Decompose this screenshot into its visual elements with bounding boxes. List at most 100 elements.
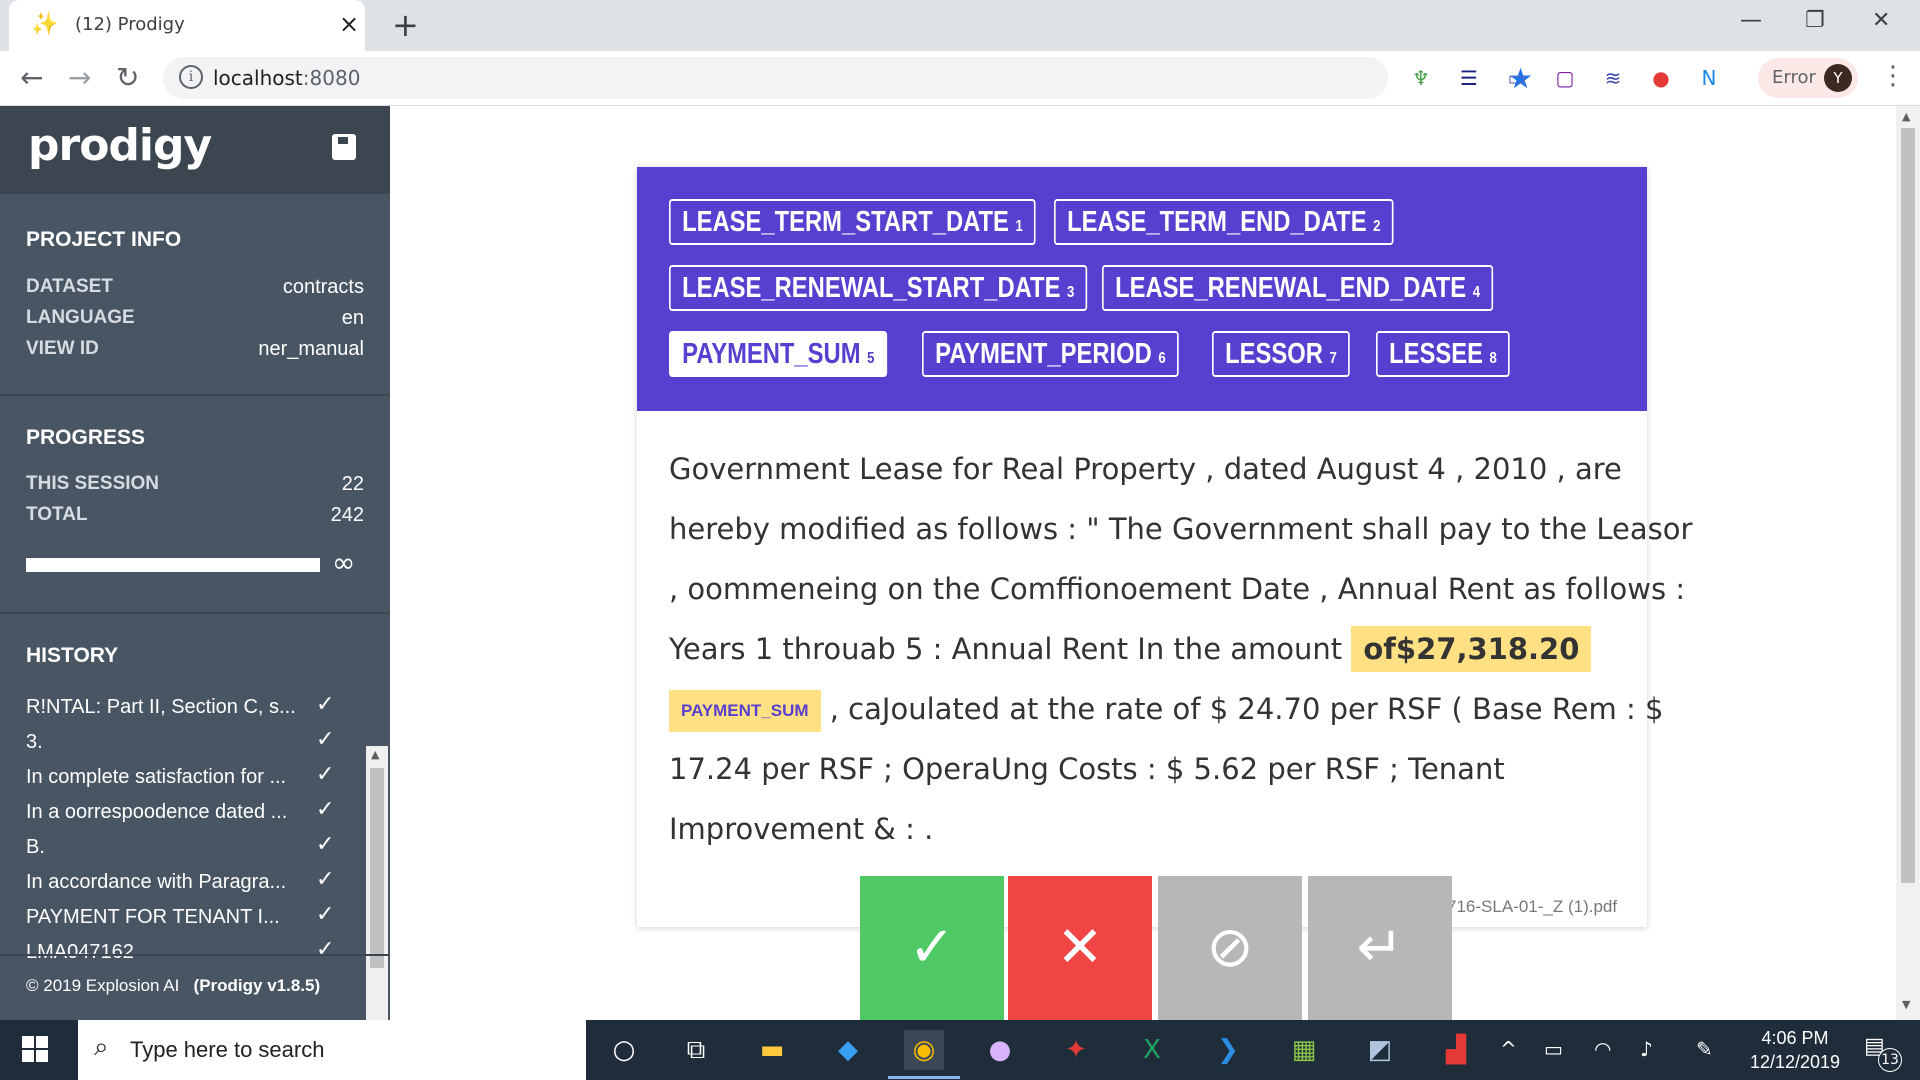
entity-span[interactable]: of$27,318.20 (1351, 626, 1592, 672)
forward-icon[interactable]: → (68, 61, 91, 94)
chrome-icon[interactable]: ◉ (904, 1030, 944, 1070)
reject-button[interactable]: ✕ (1008, 876, 1152, 1020)
label-payment-sum[interactable]: PAYMENT_SUM 5 (669, 331, 888, 377)
sidebar: prodigy PROJECT INFO DATASET contracts L… (0, 106, 390, 1056)
ignore-button[interactable]: ⊘ (1158, 876, 1302, 1020)
search-placeholder: Type here to search (130, 1037, 325, 1062)
extension-icon[interactable]: N (1696, 65, 1722, 91)
history-item[interactable]: In accordance with Paragra... ✓ (26, 867, 346, 902)
page-scrollbar[interactable]: ▲ ▼ (1896, 106, 1920, 1020)
label-lease-term-end-date[interactable]: LEASE_TERM_END_DATE 2 (1054, 199, 1394, 245)
back-icon[interactable]: ← (20, 61, 43, 94)
scroll-down-icon[interactable]: ▼ (1902, 998, 1910, 1011)
vscode-icon[interactable]: ◆ (828, 1030, 868, 1070)
undo-icon: ↵ (1356, 915, 1404, 980)
divider (0, 612, 390, 614)
taskbar: ⌕ Type here to search ○ ⧉ ▬ ◆ ◉ ● ✦ X ❯ … (0, 1020, 1920, 1080)
tray-chevron-icon[interactable]: ^ (1500, 1037, 1517, 1061)
cortana-icon[interactable]: ○ (604, 1030, 644, 1070)
sidebar-header: prodigy (0, 106, 390, 194)
excel-icon[interactable]: X (1132, 1030, 1172, 1070)
divider (0, 394, 390, 396)
check-icon: ✓ (316, 797, 335, 822)
wifi-icon[interactable]: ◠ (1594, 1037, 1611, 1061)
version-link[interactable]: (Prodigy v1.8.5) (194, 976, 321, 995)
browser-tab[interactable]: ✨ (12) Prodigy × (9, 0, 365, 51)
check-icon: ✓ (316, 832, 335, 857)
notes-icon[interactable]: ◩ (1360, 1030, 1400, 1070)
extension-icon[interactable]: ● (1648, 65, 1674, 91)
notification-count: 13 (1878, 1048, 1902, 1072)
close-tab-icon[interactable]: × (339, 10, 359, 38)
annotation-card: LEASE_TERM_START_DATE 1 LEASE_TERM_END_DA… (637, 167, 1692, 927)
scroll-thumb[interactable] (370, 768, 384, 968)
history-item[interactable]: In complete satisfaction for ... ✓ (26, 762, 346, 797)
label-payment-period[interactable]: PAYMENT_PERIOD 6 (922, 331, 1179, 377)
extension-icon[interactable]: ▭ (1504, 65, 1530, 91)
file-explorer-icon[interactable]: ▬ (752, 1030, 792, 1070)
scroll-thumb[interactable] (1901, 128, 1915, 883)
history-item[interactable]: PAYMENT FOR TENANT I... ✓ (26, 902, 346, 937)
profile-button[interactable]: Error Y (1758, 58, 1858, 98)
check-icon: ✓ (908, 915, 956, 980)
reload-icon[interactable]: ↻ (116, 61, 139, 94)
address-bar[interactable]: i localhost:8080 ★ (163, 57, 1533, 99)
extension-icon[interactable]: ≋ (1600, 65, 1626, 91)
scroll-up-icon[interactable]: ▲ (1902, 110, 1910, 123)
extension-icon[interactable]: ▢ (1552, 65, 1578, 91)
divider (0, 954, 390, 956)
image-editor-icon[interactable]: ▦ (1284, 1030, 1324, 1070)
undo-button[interactable]: ↵ (1308, 876, 1452, 1020)
pen-icon[interactable]: ✎ (1696, 1037, 1713, 1061)
annotation-text[interactable]: Government Lease for Real Property , dat… (669, 439, 1692, 859)
sparkle-icon: ✨ (31, 12, 59, 37)
history-item[interactable]: In a oorrespoodence dated ... ✓ (26, 797, 346, 832)
history-title: HISTORY (26, 644, 119, 667)
tab-title: (12) Prodigy (75, 14, 185, 35)
history-item[interactable]: R!NTAL: Part II, Section C, s... ✓ (26, 692, 346, 727)
info-row-dataset: DATASET contracts (26, 276, 364, 298)
github-icon[interactable]: ● (980, 1030, 1020, 1070)
entity-label[interactable]: PAYMENT_SUM (669, 690, 821, 732)
close-window-icon[interactable]: ✕ (1872, 8, 1890, 33)
new-tab-icon[interactable]: + (392, 6, 419, 44)
windows-start-icon[interactable] (22, 1036, 48, 1062)
infinity-icon: ∞ (332, 546, 356, 579)
active-app-indicator (888, 1076, 960, 1079)
label-lessor[interactable]: LESSOR 7 (1212, 331, 1350, 377)
git-icon[interactable]: ✦ (1056, 1030, 1096, 1070)
extension-icon[interactable]: ☰ (1456, 65, 1482, 91)
url-text: localhost:8080 (213, 66, 361, 90)
label-bar: LEASE_TERM_START_DATE 1 LEASE_TERM_END_DA… (637, 167, 1647, 411)
history-item[interactable]: B. ✓ (26, 832, 346, 867)
browser-toolbar: ← → ↻ i localhost:8080 ★ ♆ ☰ ▭ ▢ ≋ ● N E… (0, 51, 1920, 106)
profile-status: Error (1772, 67, 1816, 88)
label-lessee[interactable]: LESSEE 8 (1376, 331, 1510, 377)
acrobat-icon[interactable]: ▟ (1436, 1030, 1476, 1070)
label-lease-term-start-date[interactable]: LEASE_TERM_START_DATE 1 (669, 199, 1036, 245)
battery-icon[interactable]: ▭ (1544, 1037, 1563, 1061)
search-icon: ⌕ (94, 1032, 109, 1062)
history-scrollbar[interactable]: ▲ ▼ (366, 746, 388, 1056)
extension-icon[interactable]: ♆ (1408, 65, 1434, 91)
task-view-icon[interactable]: ⧉ (676, 1030, 716, 1070)
minimize-icon[interactable]: — (1740, 8, 1762, 33)
volume-icon[interactable]: ♪ (1640, 1037, 1653, 1061)
notification-icon[interactable]: ▤ 13 (1864, 1034, 1902, 1072)
check-icon: ✓ (316, 902, 335, 927)
progress-row-total: TOTAL 242 (26, 504, 364, 526)
restore-icon[interactable]: ❐ (1805, 8, 1825, 33)
history-item[interactable]: 3. ✓ (26, 727, 346, 762)
scroll-up-icon[interactable]: ▲ (371, 748, 379, 761)
ban-icon: ⊘ (1206, 915, 1254, 980)
accept-button[interactable]: ✓ (860, 876, 1004, 1020)
info-icon[interactable]: i (179, 65, 203, 89)
save-icon[interactable] (332, 134, 356, 160)
project-info-title: PROJECT INFO (26, 228, 182, 251)
system-clock[interactable]: 4:06 PM 12/12/2019 (1740, 1026, 1850, 1074)
powershell-icon[interactable]: ❯ (1208, 1030, 1248, 1070)
label-lease-renewal-end-date[interactable]: LEASE_RENEWAL_END_DATE 4 (1102, 265, 1494, 311)
label-lease-renewal-start-date[interactable]: LEASE_RENEWAL_START_DATE 3 (669, 265, 1088, 311)
menu-icon[interactable]: ⋮ (1880, 61, 1906, 91)
taskbar-search[interactable]: ⌕ Type here to search (78, 1020, 586, 1080)
